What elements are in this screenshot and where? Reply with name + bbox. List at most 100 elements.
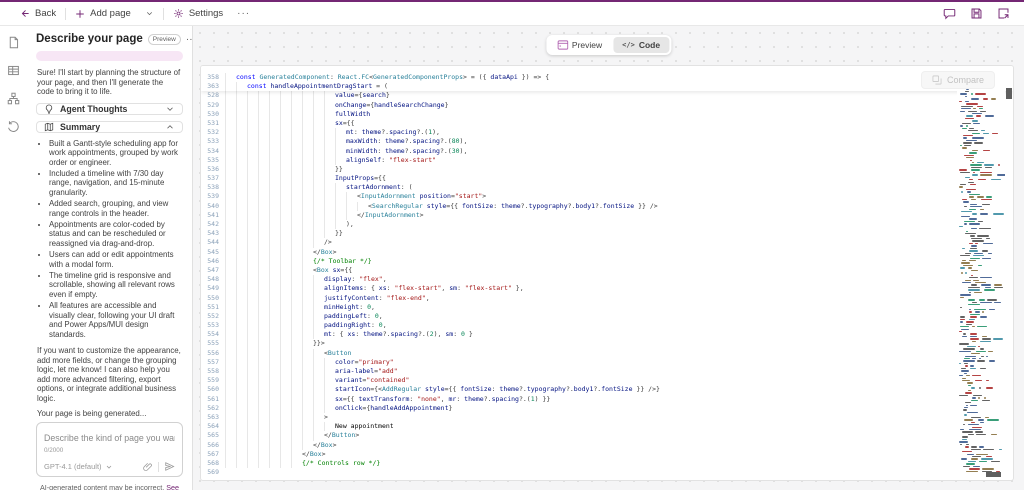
code-line: 537InputProps={{	[201, 174, 1013, 183]
panel-more-icon[interactable]: ···	[186, 34, 193, 45]
map-icon	[44, 122, 54, 132]
summary-bullet: All features are accessible and visually…	[49, 301, 183, 339]
gear-icon	[173, 8, 184, 19]
code-line: 540<SearchRegular style={{ fontSize: the…	[201, 202, 1013, 211]
line-number: 533	[201, 137, 225, 146]
preview-badge: Preview	[148, 34, 181, 45]
line-number: 556	[201, 349, 225, 358]
code-line: 544/>	[201, 238, 1013, 247]
flows-icon[interactable]	[7, 92, 20, 105]
plus-icon	[75, 9, 85, 19]
code-line: 543}}	[201, 229, 1013, 238]
code-lines: 528value={search}529onChange={handleSear…	[201, 91, 1013, 477]
code-line: 553paddingRight: 0,	[201, 321, 1013, 330]
data-table-icon[interactable]	[7, 64, 20, 77]
line-number: 538	[201, 183, 225, 192]
code-line: 536}}	[201, 165, 1013, 174]
generation-status-text: Your page is being generated...	[37, 409, 182, 418]
code-line: 529onChange={handleSearchChange}	[201, 101, 1013, 110]
code-line: 547<Box sx={{	[201, 266, 1013, 275]
code-tab-label: Code	[639, 40, 660, 50]
line-number: 544	[201, 238, 225, 247]
code-line: 535alignSelf: "flex-start"	[201, 156, 1013, 165]
prompt-input[interactable]	[44, 433, 175, 443]
settings-button[interactable]: Settings	[166, 2, 230, 25]
code-line: 545</Box>	[201, 248, 1013, 257]
line-number: 562	[201, 404, 225, 413]
pages-icon[interactable]	[7, 36, 20, 49]
line-number: 555	[201, 339, 225, 348]
back-button[interactable]: Back	[12, 2, 63, 25]
history-icon[interactable]	[7, 120, 20, 133]
agent-thoughts-section[interactable]: Agent Thoughts	[36, 103, 183, 115]
summary-bullet: The timeline grid is responsive and scro…	[49, 271, 183, 299]
chevron-up-icon	[165, 122, 175, 132]
line-number: 540	[201, 202, 225, 211]
back-arrow-icon	[19, 8, 30, 19]
code-line: 563>	[201, 413, 1013, 422]
code-line: 569	[201, 468, 1013, 477]
line-number: 358	[201, 73, 225, 82]
summary-list: Built a Gantt-style scheduling app for w…	[49, 139, 183, 341]
char-counter: 0/2000	[44, 447, 175, 454]
code-line: 558aria-label="add"	[201, 367, 1013, 376]
code-line: 562onClick={handleAddAppointment}	[201, 404, 1013, 413]
code-line: 534minWidth: theme?.spacing?.(30),	[201, 147, 1013, 156]
code-line: 548display: "flex",	[201, 275, 1013, 284]
page-thumbnail[interactable]	[36, 51, 183, 61]
code-editor[interactable]: Compare 358const GeneratedComponent: Rea…	[200, 65, 1014, 481]
code-line: 541</InputAdornment>	[201, 211, 1013, 220]
line-number: 561	[201, 395, 225, 404]
minimap[interactable]	[957, 86, 1005, 476]
line-number: 534	[201, 147, 225, 156]
tab-preview[interactable]: Preview	[548, 37, 611, 53]
summary-section[interactable]: Summary	[36, 121, 183, 133]
topbar-divider	[65, 8, 66, 20]
code-line: 565</Button>	[201, 431, 1013, 440]
publish-icon[interactable]	[997, 7, 1010, 20]
code-line: 567</Box>	[201, 450, 1013, 459]
vertical-scrollbar[interactable]	[1005, 66, 1013, 480]
line-number: 539	[201, 192, 225, 201]
line-number: 545	[201, 248, 225, 257]
copilot-panel: Describe your page Preview ··· Sure! I'l…	[27, 26, 193, 490]
summary-bullet: Included a timeline with 7/30 day range,…	[49, 169, 183, 197]
line-number: 566	[201, 441, 225, 450]
more-commands-button[interactable]: ···	[230, 2, 257, 25]
line-number: 532	[201, 128, 225, 137]
scrollbar-thumb[interactable]	[1006, 88, 1012, 99]
code-line: 564New appointment	[201, 422, 1013, 431]
panel-title: Describe your page	[36, 33, 143, 45]
code-icon: </>	[622, 41, 635, 49]
line-number: 550	[201, 294, 225, 303]
tab-code[interactable]: </> Code	[613, 37, 669, 53]
code-line: 555}}>	[201, 339, 1013, 348]
add-page-button[interactable]: Add page	[68, 2, 138, 25]
save-icon[interactable]	[970, 7, 983, 20]
settings-label: Settings	[189, 8, 223, 19]
compare-button[interactable]: Compare	[921, 71, 995, 89]
line-number: 557	[201, 358, 225, 367]
send-icon[interactable]	[164, 461, 175, 472]
line-number: 551	[201, 303, 225, 312]
line-number: 563	[201, 413, 225, 422]
code-line: 549alignItems: { xs: "flex-start", sm: "…	[201, 284, 1013, 293]
code-line: 550justifyContent: "flex-end",	[201, 294, 1013, 303]
comments-icon[interactable]	[943, 7, 956, 20]
code-line: 566</Box>	[201, 441, 1013, 450]
line-number: 530	[201, 110, 225, 119]
horizontal-scrollbar-thumb[interactable]	[986, 472, 1001, 477]
line-number: 569	[201, 468, 225, 477]
view-toggle: Preview </> Code	[546, 35, 671, 55]
code-line: 538startAdornment: (	[201, 183, 1013, 192]
preview-icon	[557, 40, 568, 50]
disclaimer-text: AI-generated content may be incorrect.	[40, 483, 164, 490]
attach-icon[interactable]	[143, 462, 153, 472]
code-line: 542),	[201, 220, 1013, 229]
summary-bullet: Added search, grouping, and view range c…	[49, 199, 183, 218]
add-page-split-dropdown[interactable]	[138, 2, 161, 25]
line-number: 552	[201, 312, 225, 321]
model-selector[interactable]: GPT-4.1 (default)	[44, 462, 102, 471]
summary-bullet: Built a Gantt-style scheduling app for w…	[49, 139, 183, 167]
line-number: 549	[201, 284, 225, 293]
